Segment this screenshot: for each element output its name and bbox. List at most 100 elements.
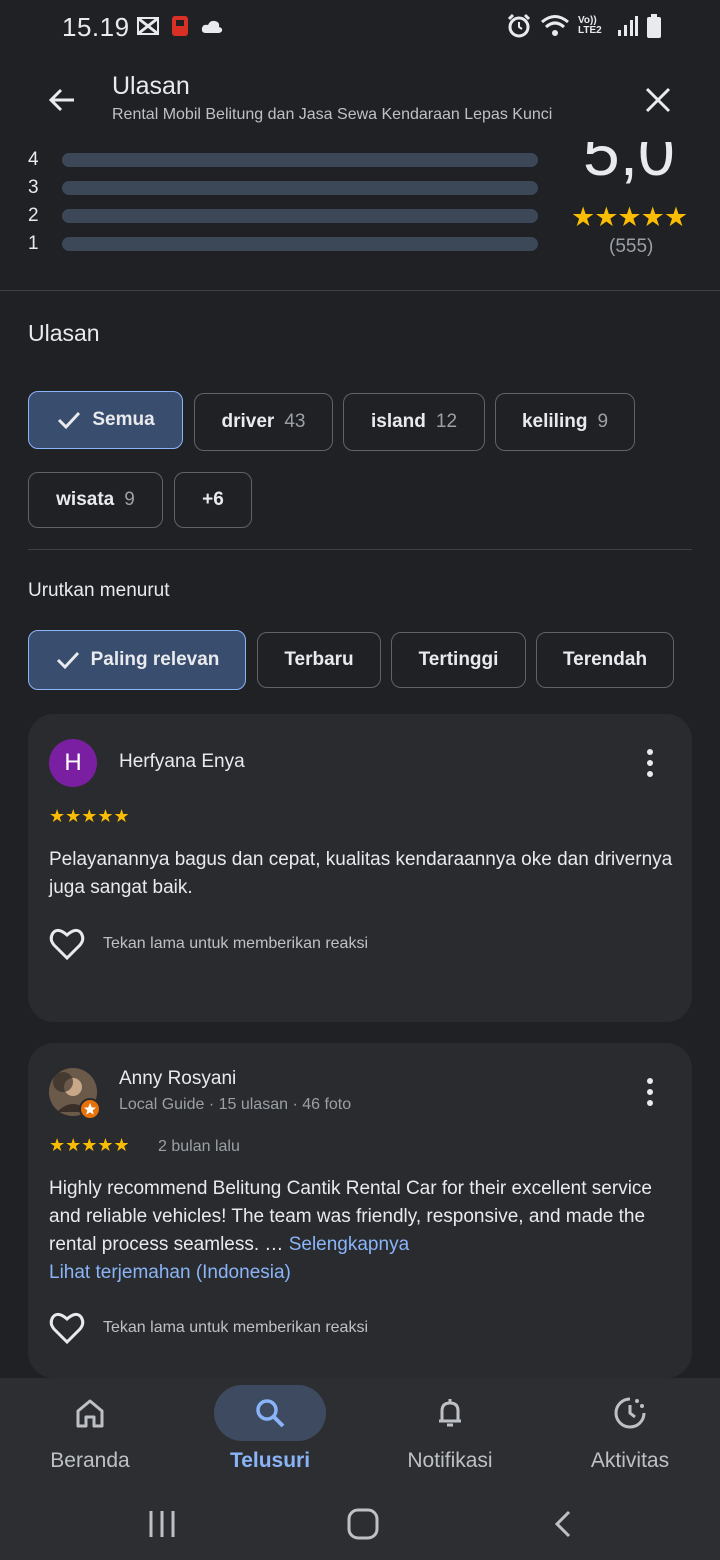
reaction-hint: Tekan lama untuk memberikan reaksi xyxy=(103,1319,369,1336)
more-vert-icon xyxy=(647,1078,653,1084)
reviewer-name[interactable]: Herfyana Enya xyxy=(119,751,245,773)
rating-bar-track xyxy=(62,209,538,223)
recent-apps-button[interactable] xyxy=(140,1502,184,1546)
close-button[interactable] xyxy=(636,78,680,122)
sort-label: Urutkan menurut xyxy=(28,580,170,601)
average-score: 5,0 xyxy=(583,142,675,189)
review-stars: ★★★★★ xyxy=(49,806,130,826)
bell-icon xyxy=(439,1399,461,1427)
sort-terbaru[interactable]: Terbaru xyxy=(257,632,381,688)
rating-bar-row: 4 xyxy=(28,149,538,170)
chip-label: Terbaru xyxy=(284,649,354,670)
nav-icon-container xyxy=(574,1385,686,1441)
close-icon xyxy=(645,87,671,113)
avatar[interactable]: H xyxy=(49,739,97,787)
alarm-icon xyxy=(507,13,531,38)
battery-icon xyxy=(647,14,661,38)
nav-beranda[interactable]: Beranda xyxy=(0,1378,180,1488)
reaction-row[interactable]: Tekan lama untuk memberikan reaksi xyxy=(49,1311,368,1345)
rating-bar-row: 3 xyxy=(28,177,538,198)
nav-aktivitas[interactable]: Aktivitas xyxy=(540,1378,720,1488)
rating-bar-track xyxy=(62,181,538,195)
page-title: Ulasan xyxy=(112,72,190,100)
review-date: 2 bulan lalu xyxy=(158,1138,240,1155)
chip-driver[interactable]: driver 43 xyxy=(194,393,333,451)
chip-count: 9 xyxy=(597,411,609,432)
read-more-link[interactable]: Selengkapnya xyxy=(289,1234,409,1255)
status-bar: 15.19 Vo)) LTE2 xyxy=(0,0,720,56)
chip-label: keliling xyxy=(521,411,588,432)
translate-link[interactable]: Lihat terjemahan (Indonesia) xyxy=(49,1262,291,1283)
chip-wisata[interactable]: wisata 9 xyxy=(28,472,163,528)
heart-icon[interactable] xyxy=(49,927,85,961)
review-body: Highly recommend Belitung Cantik Rental … xyxy=(49,1175,674,1287)
chip-label: Paling relevan xyxy=(90,649,220,670)
chip-count: 43 xyxy=(284,411,306,432)
check-icon xyxy=(55,647,81,673)
nav-label: Notifikasi xyxy=(407,1449,493,1472)
back-button[interactable] xyxy=(40,78,84,122)
reviewer-name[interactable]: Anny Rosyani xyxy=(119,1068,236,1090)
more-vert-dot xyxy=(647,771,653,777)
reviewer-meta: Local Guide · 15 ulasan · 46 foto xyxy=(119,1096,352,1113)
cloud-icon xyxy=(201,20,223,33)
nav-notifikasi[interactable]: Notifikasi xyxy=(360,1378,540,1488)
chip-more[interactable]: +6 xyxy=(174,472,252,528)
more-vert-dot xyxy=(647,1089,653,1095)
nav-label: Aktivitas xyxy=(590,1449,670,1472)
more-options-button[interactable] xyxy=(636,743,664,783)
heart-icon[interactable] xyxy=(49,1311,85,1345)
local-guide-badge-icon xyxy=(79,1098,101,1120)
status-left-icons xyxy=(136,14,224,38)
more-options-button[interactable] xyxy=(636,1072,664,1112)
reaction-hint: Tekan lama untuk memberikan reaksi xyxy=(103,935,369,952)
rating-bar-track xyxy=(62,153,538,167)
arrow-back-icon xyxy=(48,88,74,112)
chip-label: Semua xyxy=(92,409,155,430)
recent-apps-icon xyxy=(149,1511,175,1537)
sort-terendah[interactable]: Terendah xyxy=(536,632,674,688)
system-back-button[interactable] xyxy=(542,1502,586,1546)
nav-telusuri[interactable]: Telusuri xyxy=(180,1378,360,1488)
rating-bar-label: 2 xyxy=(28,205,39,226)
rating-bar-label: 3 xyxy=(28,177,39,198)
avatar[interactable] xyxy=(49,1068,101,1120)
chip-label: Terendah xyxy=(562,649,648,670)
rating-bar-row: 1 xyxy=(28,233,538,254)
pay-app-icon xyxy=(172,16,188,36)
average-stars: ★★★★★ xyxy=(571,202,688,232)
chip-island[interactable]: island 12 xyxy=(343,393,485,451)
sort-paling-relevan[interactable]: Paling relevan xyxy=(28,630,246,690)
chip-label: +6 xyxy=(202,489,224,510)
rating-bar-row: 2 xyxy=(28,205,538,226)
chip-label: wisata xyxy=(56,489,115,510)
rating-bar-label: 1 xyxy=(28,233,39,254)
reaction-row[interactable]: Tekan lama untuk memberikan reaksi xyxy=(49,927,368,961)
nav-label: Telusuri xyxy=(229,1449,311,1472)
home-button[interactable] xyxy=(341,1502,385,1546)
chip-count: 12 xyxy=(435,411,458,432)
chip-label: driver xyxy=(221,411,275,432)
activity-icon xyxy=(614,1397,646,1429)
more-vert-dot xyxy=(647,760,653,766)
status-time: 15.19 xyxy=(62,12,130,42)
chip-keliling[interactable]: keliling 9 xyxy=(495,393,635,451)
check-icon xyxy=(56,407,82,433)
search-icon xyxy=(256,1399,285,1428)
nav-icon-container xyxy=(34,1385,146,1441)
nav-icon-container xyxy=(214,1385,326,1441)
nav-label: Beranda xyxy=(50,1449,130,1472)
app-bar: Ulasan Rental Mobil Belitung dan Jasa Se… xyxy=(0,56,720,142)
review-card: Anny Rosyani Local Guide · 15 ulasan · 4… xyxy=(28,1043,692,1378)
nav-icon-container xyxy=(394,1385,506,1441)
status-right-icons: Vo)) LTE2 xyxy=(506,13,662,39)
network-label: Vo)) LTE2 xyxy=(578,15,602,36)
system-navigation xyxy=(0,1488,720,1560)
review-count: (555) xyxy=(609,236,654,257)
chip-semua[interactable]: Semua xyxy=(28,391,183,449)
bottom-navigation: Beranda Telusuri Notifikasi Aktivitas xyxy=(0,1378,720,1488)
sort-tertinggi[interactable]: Tertinggi xyxy=(391,632,526,688)
chevron-left-icon xyxy=(554,1510,571,1538)
chip-label: island xyxy=(370,411,426,432)
rating-summary: 4 3 2 1 5,0 ★★★★★ (555) xyxy=(0,142,720,290)
